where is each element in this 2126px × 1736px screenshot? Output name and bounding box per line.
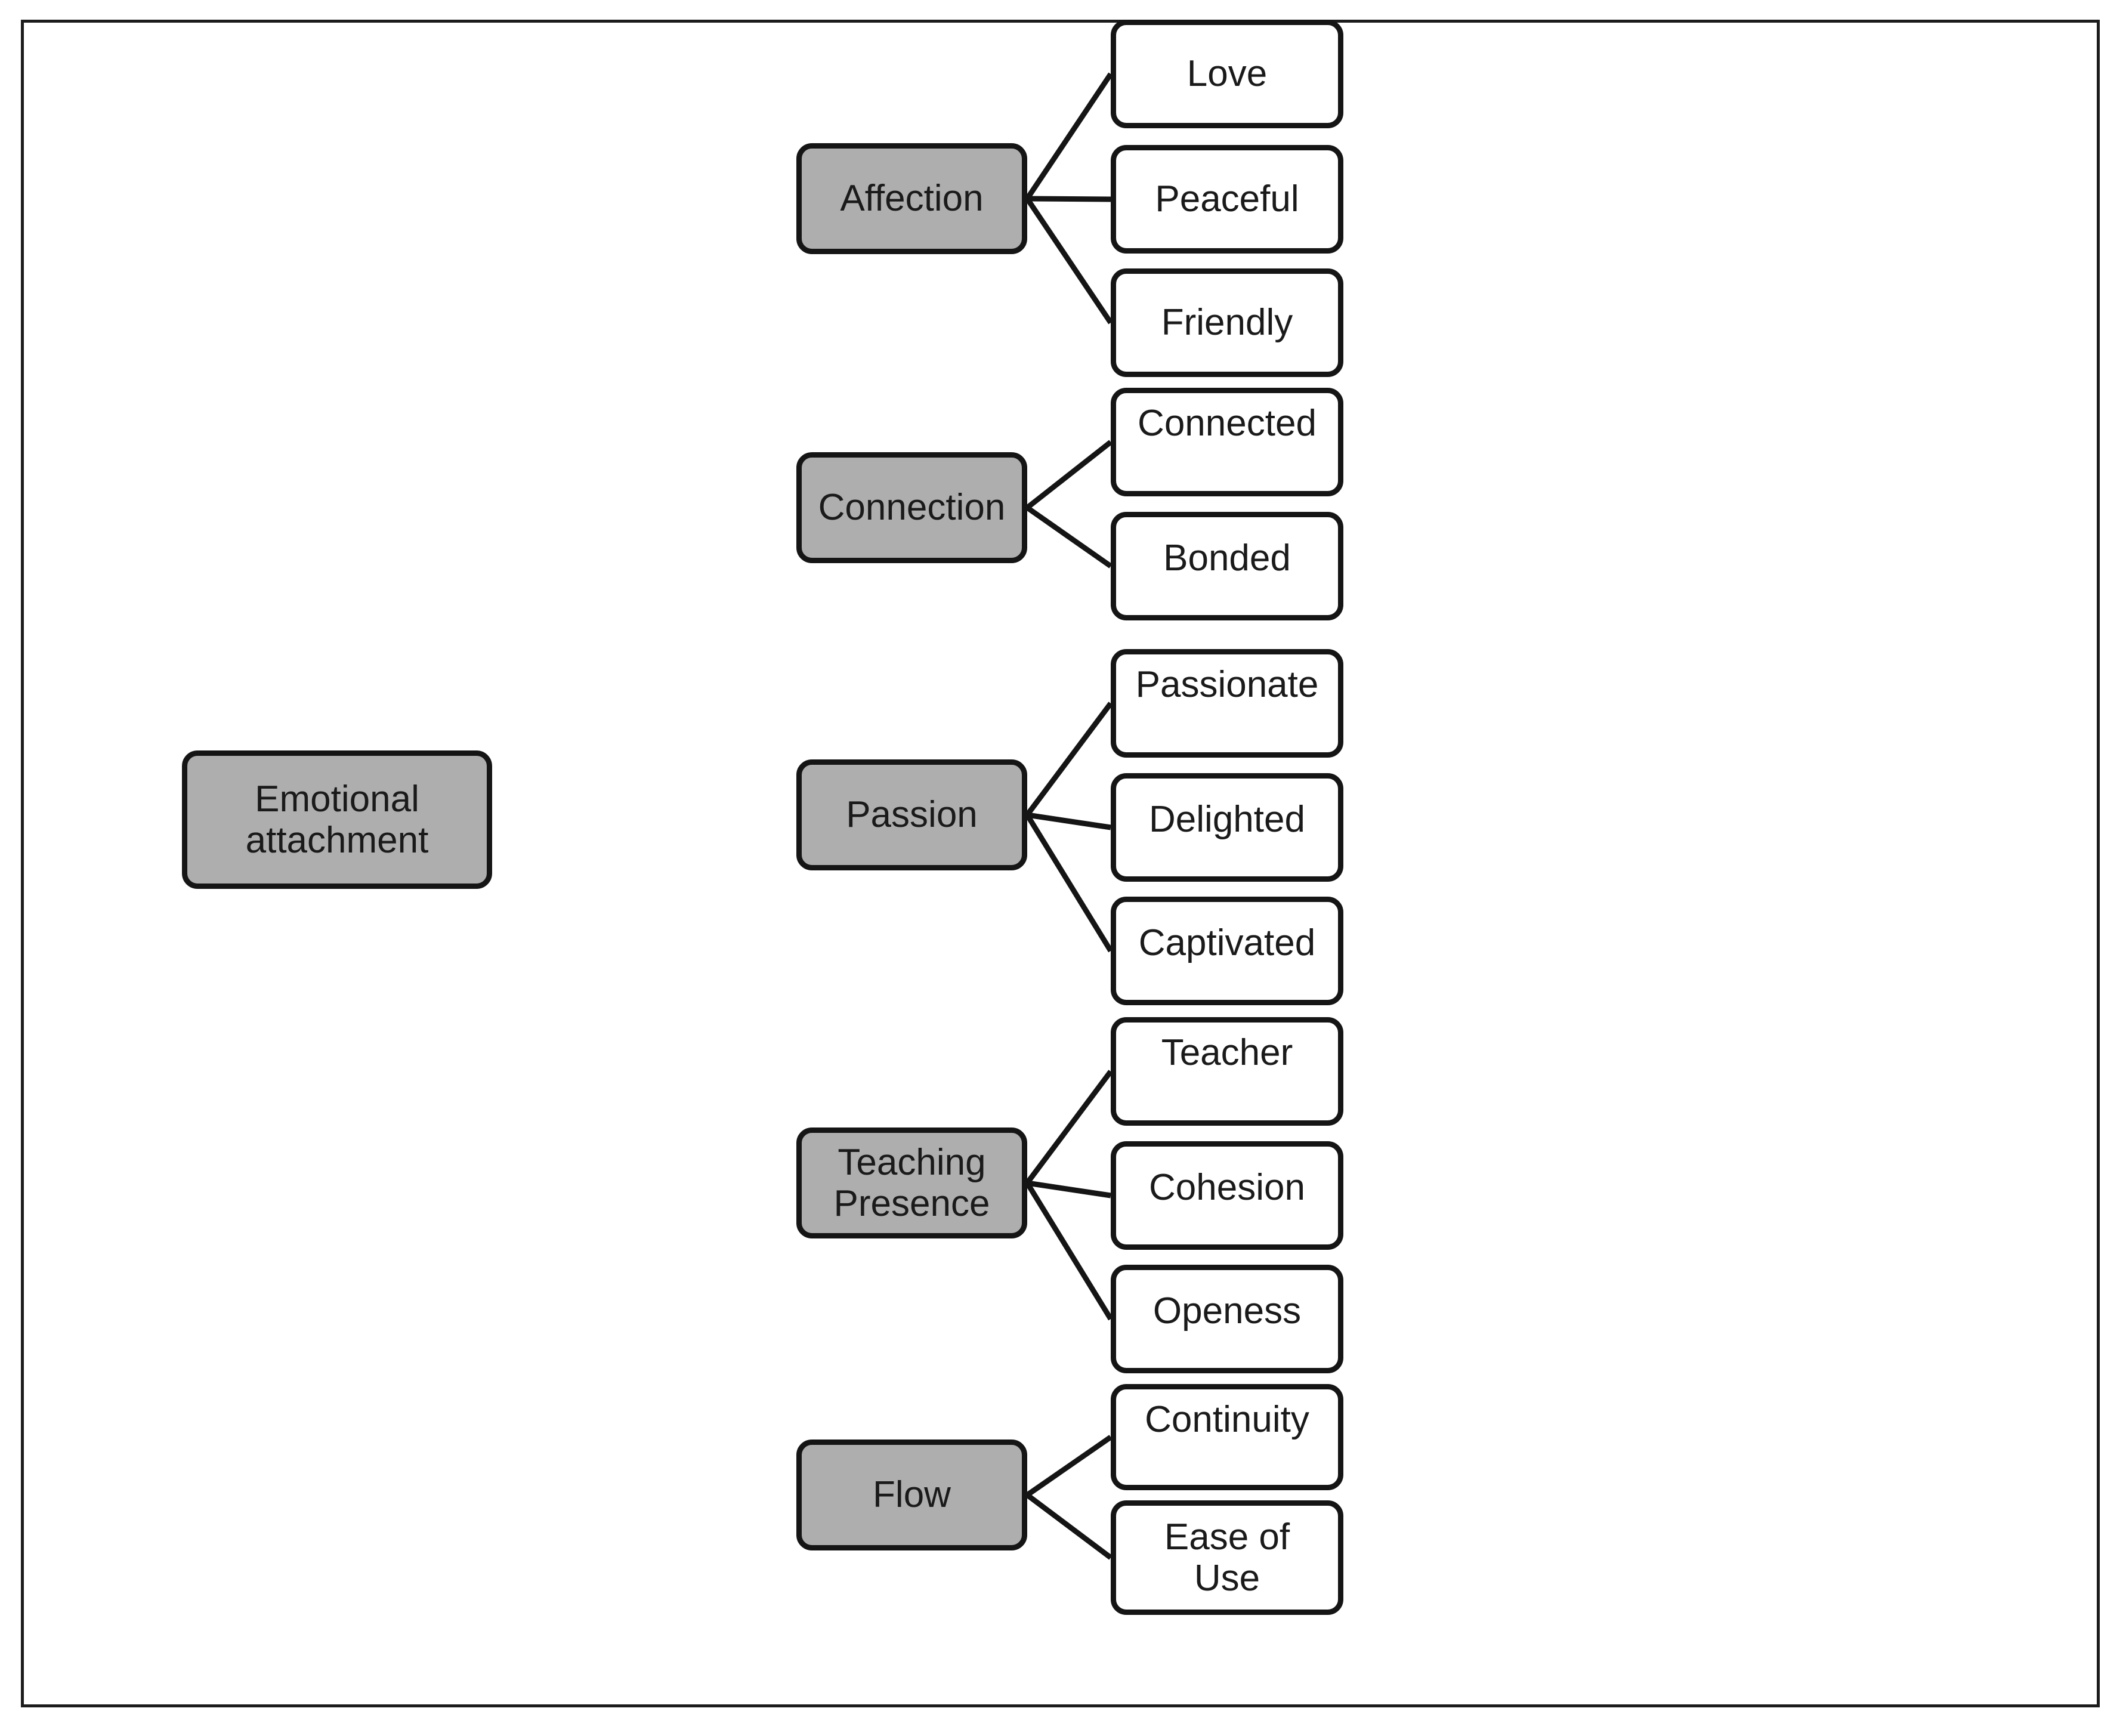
leaf-node-teacher[interactable]: Teacher [1111, 1017, 1343, 1126]
category-node-teaching-presence[interactable]: Teaching Presence [796, 1128, 1027, 1238]
leaf-node-peaceful[interactable]: Peaceful [1111, 145, 1343, 254]
leaf-node-friendly[interactable]: Friendly [1111, 268, 1343, 377]
leaf-node-love[interactable]: Love [1111, 20, 1343, 128]
leaf-node-captivated[interactable]: Captivated [1111, 897, 1343, 1005]
leaf-node-bonded[interactable]: Bonded [1111, 512, 1343, 620]
leaf-node-cohesion[interactable]: Cohesion [1111, 1141, 1343, 1250]
leaf-node-delighted[interactable]: Delighted [1111, 773, 1343, 882]
root-node-emotional-attachment[interactable]: Emotional attachment [182, 750, 492, 889]
leaf-node-continuity[interactable]: Continuity [1111, 1384, 1343, 1490]
category-node-affection[interactable]: Affection [796, 143, 1027, 254]
leaf-node-ease-of-use[interactable]: Ease of Use [1111, 1500, 1343, 1615]
leaf-node-connected[interactable]: Connected [1111, 388, 1343, 496]
diagram-canvas: Emotional attachment Affection Love Peacef… [0, 0, 2126, 1736]
category-node-connection[interactable]: Connection [796, 452, 1027, 563]
leaf-node-passionate[interactable]: Passionate [1111, 649, 1343, 758]
category-node-passion[interactable]: Passion [796, 759, 1027, 870]
category-node-flow[interactable]: Flow [796, 1440, 1027, 1550]
leaf-node-openess[interactable]: Openess [1111, 1265, 1343, 1373]
